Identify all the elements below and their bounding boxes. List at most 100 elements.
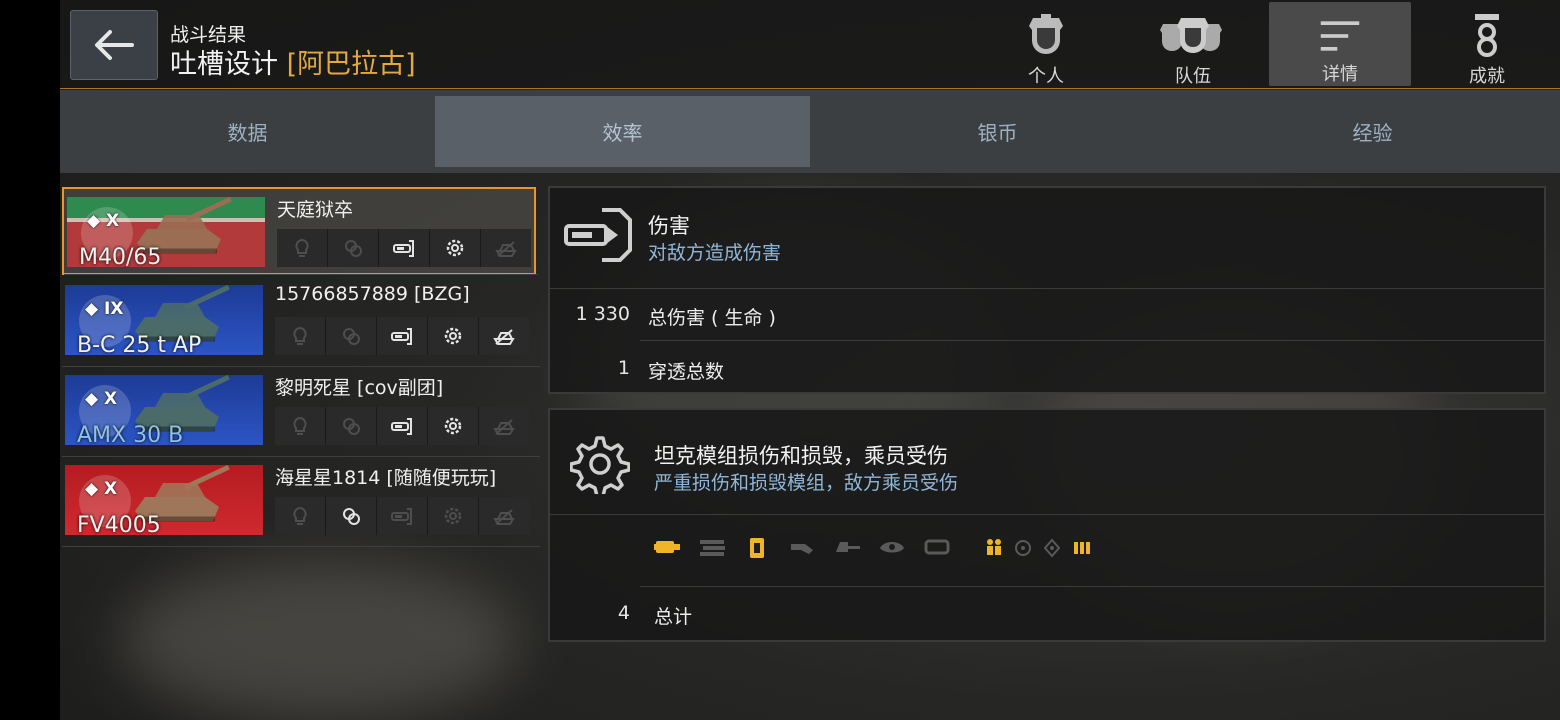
optics-icon xyxy=(869,534,914,560)
tab-bar: 数据 效率 银币 经验 xyxy=(60,90,1560,173)
player-name: 15766857889 [BZG] xyxy=(275,283,470,305)
gunner-icon xyxy=(1008,534,1037,560)
tier-label: ◆ X xyxy=(85,479,118,499)
ammo-rack-icon xyxy=(689,534,734,560)
engine-icon xyxy=(644,534,689,560)
tank-name: B-C 25 t AP xyxy=(77,333,202,355)
spotting-icon xyxy=(275,497,326,535)
battle-badges xyxy=(275,497,529,535)
divider xyxy=(640,586,1544,587)
divider xyxy=(64,274,538,275)
tab-experience[interactable]: 经验 xyxy=(1185,90,1560,173)
nav-details-label: 详情 xyxy=(1322,64,1358,85)
spotting-icon xyxy=(275,407,326,445)
module-icons xyxy=(644,534,1095,560)
player-name: 海星星1814 [随随便玩玩] xyxy=(275,467,497,489)
spotting-icon xyxy=(275,317,326,355)
achievements-icon xyxy=(1475,14,1499,57)
gun-icon xyxy=(779,534,824,560)
player-name: 天庭狱卒 xyxy=(277,199,354,221)
battle-badges xyxy=(275,407,529,445)
tab-data[interactable]: 数据 xyxy=(60,90,435,173)
divider xyxy=(550,288,1544,289)
tank-name: FV4005 xyxy=(77,513,161,535)
tier-label: ◆ IX xyxy=(85,299,124,319)
back-button[interactable] xyxy=(70,10,158,80)
clan-tag: [阿巴拉古] xyxy=(286,49,416,80)
damage-card-title: 伤害 xyxy=(648,214,690,238)
tank-thumbnail: ◆ X FV4005 xyxy=(65,465,263,535)
player-row[interactable]: ◆ IX B-C 25 t AP 15766857889 [BZG] xyxy=(62,277,540,367)
tank-thumbnail: ◆ IX B-C 25 t AP xyxy=(65,285,263,355)
tank-name: M40/65 xyxy=(79,245,162,267)
damage-icon xyxy=(377,497,428,535)
total-damage-value: 1 330 xyxy=(575,303,630,325)
kill-icon xyxy=(479,317,529,355)
gear-icon xyxy=(570,436,630,494)
loader-icon xyxy=(1066,534,1095,560)
battle-badges xyxy=(275,317,529,355)
nav-personal[interactable]: 个人 xyxy=(975,0,1117,89)
tank-thumbnail: ◆ X M40/65 xyxy=(67,197,265,267)
module-damage-card: 坦克模组损伤和损毁，乘员受伤 严重损伤和损毁模组，敌方乘员受伤 4 总计 xyxy=(548,408,1546,642)
module-card-title: 坦克模组损伤和损毁，乘员受伤 xyxy=(654,444,948,468)
header-bar: 战斗结果 吐槽设计 [阿巴拉古] 个人 队伍 详情 成就 xyxy=(60,0,1560,89)
module-icon xyxy=(428,317,479,355)
nav-team[interactable]: 队伍 xyxy=(1122,0,1264,89)
total-label: 总计 xyxy=(654,606,693,628)
module-card-desc: 严重损伤和损毁模组，敌方乘员受伤 xyxy=(654,472,959,494)
team-icon xyxy=(1160,18,1222,53)
tab-credits[interactable]: 银币 xyxy=(810,90,1185,173)
module-icon xyxy=(428,497,479,535)
battle-badges xyxy=(277,229,531,267)
tier-label: ◆ X xyxy=(85,389,118,409)
total-damage-label: 总伤害 ( 生命 ) xyxy=(648,307,776,329)
assist-icon xyxy=(326,497,377,535)
nav-personal-label: 个人 xyxy=(1028,66,1064,87)
nav-achievements[interactable]: 成就 xyxy=(1416,0,1558,89)
tank-name: AMX 30 B xyxy=(77,423,184,445)
arrow-left-icon xyxy=(95,30,134,60)
commander-icon xyxy=(979,534,1008,560)
tier-label: ◆ X xyxy=(87,211,120,231)
details-icon xyxy=(1320,21,1360,51)
tank-thumbnail: ◆ X AMX 30 B xyxy=(65,375,263,445)
nav-team-label: 队伍 xyxy=(1175,66,1211,87)
damage-icon xyxy=(379,229,430,267)
module-icon xyxy=(428,407,479,445)
track-icon xyxy=(914,534,959,560)
fuel-tank-icon xyxy=(734,534,779,560)
kill-icon xyxy=(479,407,529,445)
divider xyxy=(640,340,1544,341)
spotting-icon xyxy=(277,229,328,267)
divider xyxy=(62,546,540,547)
damage-icon xyxy=(377,317,428,355)
driver-icon xyxy=(1037,534,1066,560)
module-icon xyxy=(430,229,481,267)
kill-icon xyxy=(481,229,531,267)
nav-achievements-label: 成就 xyxy=(1469,66,1505,87)
total-value: 4 xyxy=(617,602,630,624)
player-row[interactable]: ◆ X AMX 30 B 黎明死星 [cov副团] xyxy=(62,367,540,457)
personal-icon xyxy=(1029,14,1063,54)
player-row[interactable]: ◆ X FV4005 海星星1814 [随随便玩玩] xyxy=(62,457,540,547)
player-name: 吐槽设计 xyxy=(170,49,278,80)
assist-icon xyxy=(326,407,377,445)
damage-icon xyxy=(377,407,428,445)
turret-icon xyxy=(824,534,869,560)
player-name: 黎明死星 [cov副团] xyxy=(275,377,444,399)
tab-efficiency[interactable]: 效率 xyxy=(435,96,810,167)
damage-icon xyxy=(564,208,632,262)
assist-icon xyxy=(328,229,379,267)
damage-card: 伤害 对敌方造成伤害 1 330 总伤害 ( 生命 ) 1 穿透总数 xyxy=(548,186,1546,394)
divider xyxy=(550,514,1544,515)
penetrations-value: 1 xyxy=(617,357,630,379)
nav-details[interactable]: 详情 xyxy=(1269,2,1411,86)
page-title: 吐槽设计 [阿巴拉古] xyxy=(170,42,416,81)
damage-card-desc: 对敌方造成伤害 xyxy=(648,242,782,264)
assist-icon xyxy=(326,317,377,355)
player-row[interactable]: ◆ X M40/65 天庭狱卒 xyxy=(62,187,538,275)
penetrations-label: 穿透总数 xyxy=(648,361,725,383)
battle-results-screen: 战斗结果 吐槽设计 [阿巴拉古] 个人 队伍 详情 成就 数据 效率 银币 经验… xyxy=(60,0,1560,720)
kill-icon xyxy=(479,497,529,535)
